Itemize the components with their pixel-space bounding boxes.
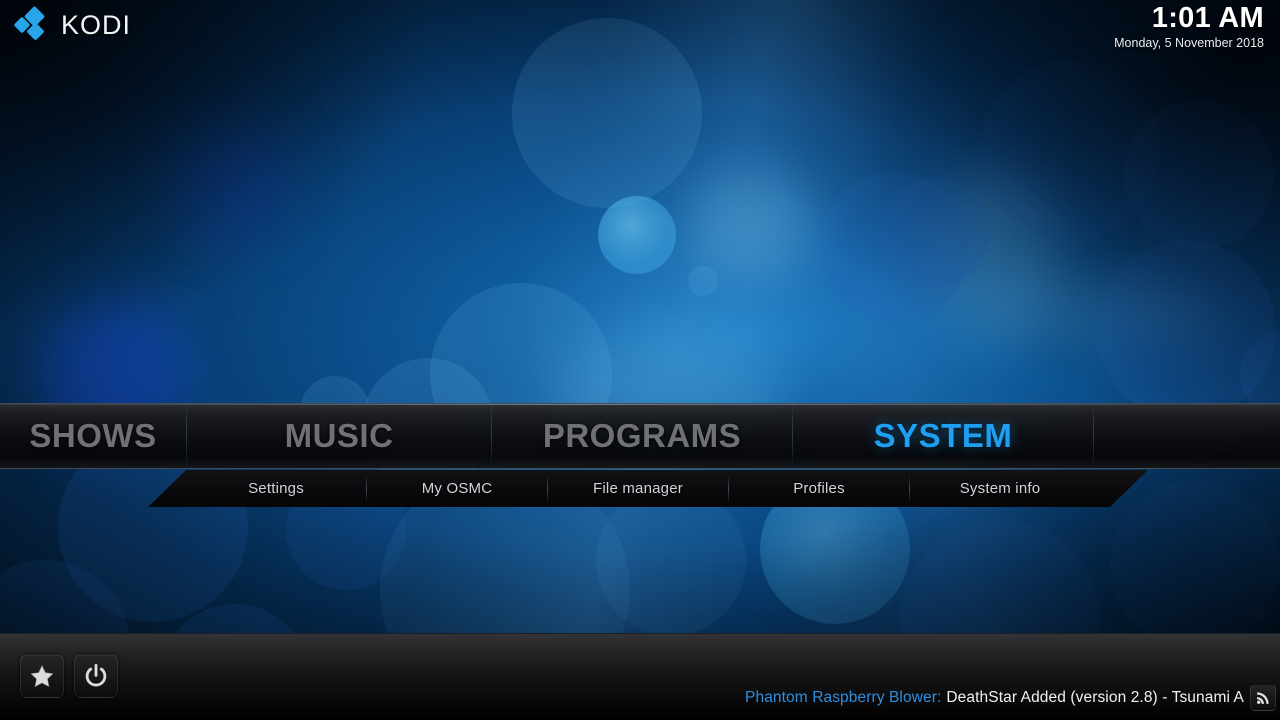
clock-time: 1:01 AM [1114,2,1264,34]
kodi-logo: KODI [16,8,131,42]
kodi-diamond-logo-icon [16,8,50,42]
sub-menu-bar: Settings My OSMC File manager Profiles S… [0,470,1280,507]
rss-feed-title-text: Phantom Raspberry Blower: [745,689,941,706]
kodi-wordmark: KODI [61,10,131,41]
background-vignette [0,0,1280,720]
star-icon [29,663,55,689]
power-button[interactable] [74,654,118,698]
main-menu-divider [1093,403,1094,469]
rss-waves-icon [1255,690,1271,706]
main-menu-item-system[interactable]: SYSTEM [793,403,1093,469]
sub-menu-label-settings: Settings [248,480,304,497]
clock-date: Monday, 5 November 2018 [1114,35,1264,51]
main-menu-bar: SHOWS MUSIC PROGRAMS SYSTEM [0,403,1280,469]
main-menu-item-shows[interactable]: SHOWS [0,403,186,469]
power-icon [83,663,109,689]
sub-menu-item-profiles[interactable]: Profiles [729,470,909,507]
sub-menu-label-my-osmc: My OSMC [422,480,493,497]
rss-feed-body-text: DeathStar Added (version 2.8) - Tsunami … [946,689,1244,706]
main-menu-label-programs: PROGRAMS [543,417,741,455]
top-bar: KODI 1:01 AM Monday, 5 November 2018 [0,0,1280,62]
main-menu-label-shows: SHOWS [29,417,156,455]
sub-menu-item-system-info[interactable]: System info [910,470,1090,507]
sub-menu-items: Settings My OSMC File manager Profiles S… [186,470,1090,507]
rss-icon[interactable] [1250,685,1276,711]
sub-menu-item-file-manager[interactable]: File manager [548,470,728,507]
main-menu-label-music: MUSIC [285,417,394,455]
sub-menu-label-system-info: System info [960,480,1041,497]
bottom-bar: Phantom Raspberry Blower: DeathStar Added… [0,633,1280,720]
rss-ticker[interactable]: Phantom Raspberry Blower: DeathStar Added… [745,684,1280,712]
sub-menu-item-my-osmc[interactable]: My OSMC [367,470,547,507]
sub-menu-label-file-manager: File manager [593,480,683,497]
sub-menu-label-profiles: Profiles [793,480,845,497]
sub-menu-item-settings[interactable]: Settings [186,470,366,507]
favorites-button[interactable] [20,654,64,698]
main-menu-item-programs[interactable]: PROGRAMS [492,403,792,469]
main-menu-label-system: SYSTEM [874,417,1013,455]
main-menu-item-music[interactable]: MUSIC [187,403,491,469]
clock: 1:01 AM Monday, 5 November 2018 [1114,2,1264,51]
rss-feed-title: Phantom Raspberry Blower: DeathStar Added… [745,689,1244,707]
kodi-home-screen: KODI 1:01 AM Monday, 5 November 2018 SHO… [0,0,1280,720]
